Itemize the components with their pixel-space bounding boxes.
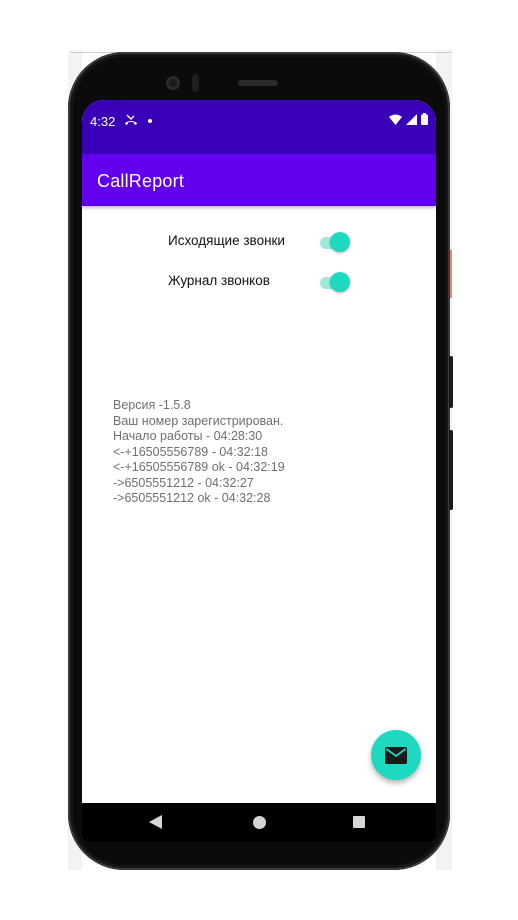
log-line: ->6505551212 ok - 04:32:28 <box>113 491 271 505</box>
power-button <box>449 356 453 408</box>
app-title: CallReport <box>97 171 185 191</box>
status-time: 4:32 <box>90 114 116 129</box>
toggle-label-call-log: Журнал звонков <box>168 273 270 288</box>
volume-button <box>449 430 453 510</box>
signal-icon <box>406 113 417 125</box>
notification-dot-icon <box>148 119 152 123</box>
switch-thumb <box>330 232 350 252</box>
toggle-row-outgoing-calls: Исходящие звонки <box>168 230 368 254</box>
send-email-fab[interactable] <box>371 730 421 780</box>
log-output: Версия -1.5.8 Ваш номер зарегистрирован.… <box>113 398 413 507</box>
log-line: ->6505551212 - 04:32:27 <box>113 475 254 490</box>
back-icon[interactable] <box>149 815 162 829</box>
log-line: <-+16505556789 ok - 04:32:19 <box>113 460 285 474</box>
log-line: Версия -1.5.8 <box>113 398 191 412</box>
navigation-bar <box>82 803 436 842</box>
switch-thumb <box>330 272 350 292</box>
log-line: Начало работы - 04:28:30 <box>113 429 263 443</box>
recents-icon[interactable] <box>353 816 365 828</box>
status-bar: 4:32 <box>82 100 436 154</box>
status-icons <box>389 113 428 125</box>
mail-icon <box>385 746 407 764</box>
call-log-switch[interactable] <box>318 272 350 292</box>
device-screen: 4:32 CallReport Исходящие звонки Журнал … <box>82 100 436 842</box>
log-line: <-+16505556789 - 04:32:18 <box>113 444 268 459</box>
outgoing-calls-switch[interactable] <box>318 232 350 252</box>
earpiece-speaker <box>238 80 278 86</box>
missed-call-icon <box>125 114 137 125</box>
wifi-icon <box>389 114 402 125</box>
front-camera <box>166 76 180 90</box>
app-bar: CallReport <box>82 154 436 206</box>
home-icon[interactable] <box>253 816 266 829</box>
battery-icon <box>421 113 428 125</box>
proximity-sensor <box>192 74 199 92</box>
log-line: Ваш номер зарегистрирован. <box>113 413 284 428</box>
toggle-row-call-log: Журнал звонков <box>168 270 368 294</box>
toggle-label-outgoing-calls: Исходящие звонки <box>168 233 285 248</box>
